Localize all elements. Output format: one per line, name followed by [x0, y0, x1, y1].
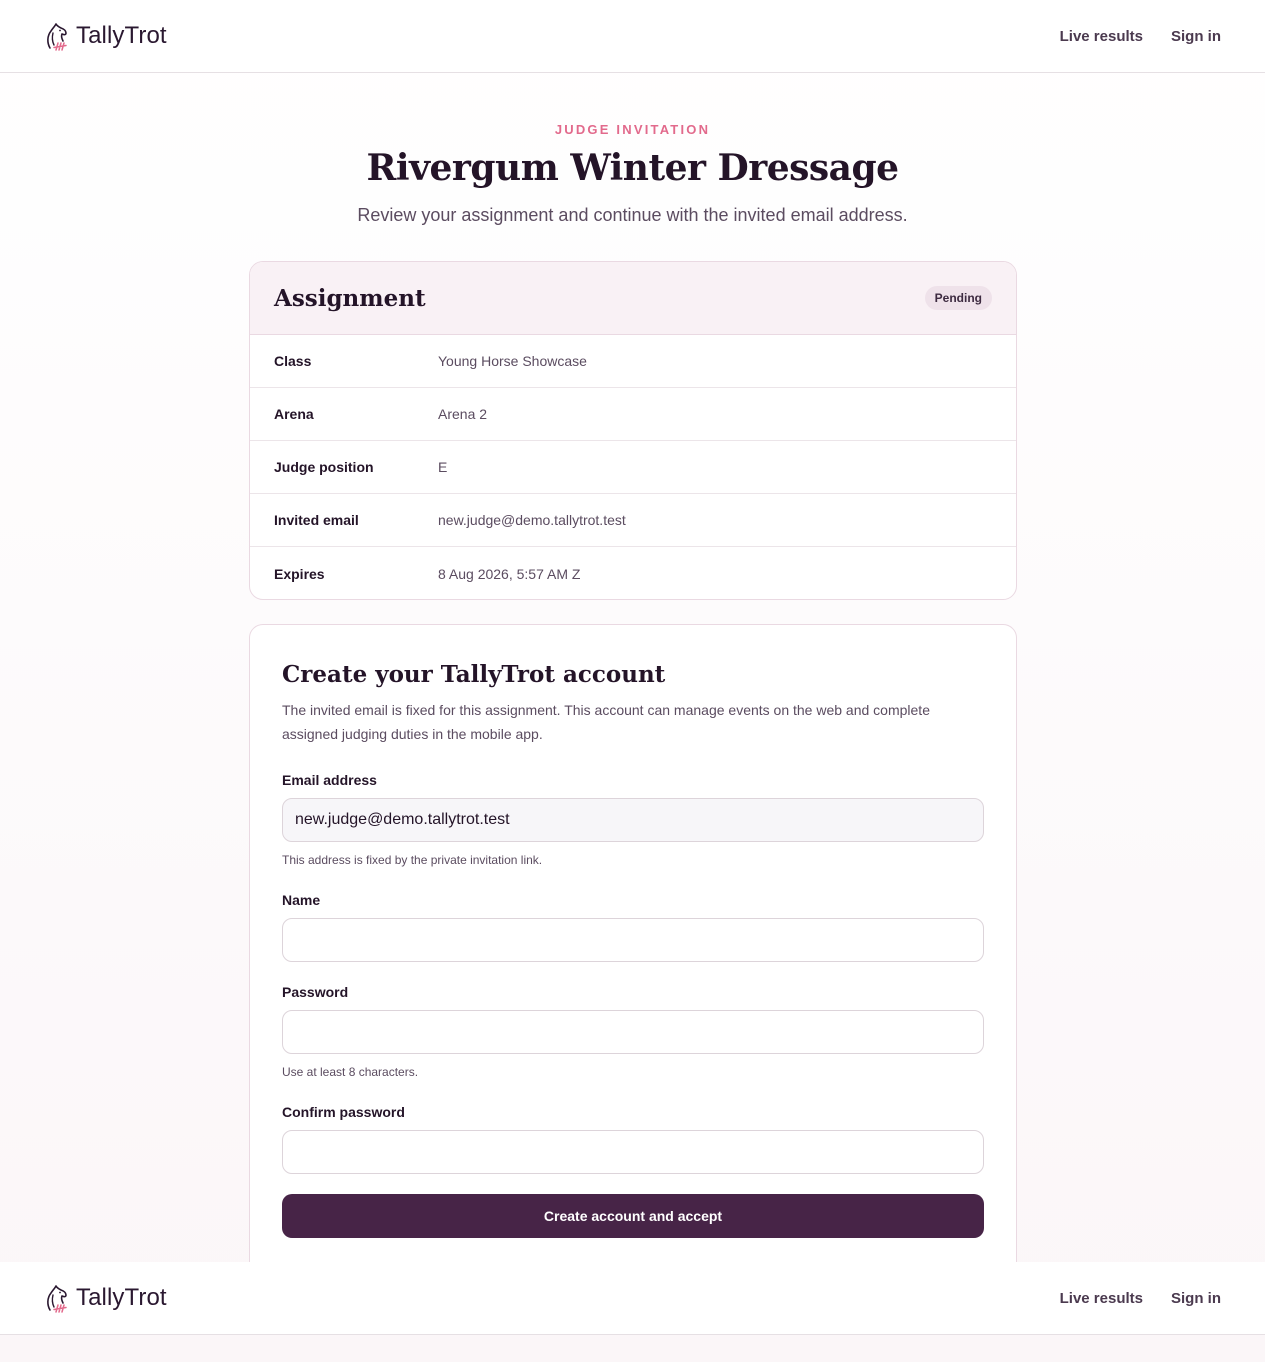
confirm-password-label: Confirm password	[282, 1104, 405, 1120]
password-help-text: Use at least 8 characters.	[282, 1065, 419, 1079]
top-navbar: TallyTrot Live results Sign in	[0, 0, 1265, 73]
detail-row-judge-position: Judge position E	[250, 441, 1016, 494]
brand-name: TallyTrot	[76, 1284, 167, 1311]
create-account-card: Create your TallyTrot account The invite…	[249, 624, 1017, 1284]
password-field[interactable]	[282, 1010, 984, 1054]
detail-value: E	[438, 459, 448, 475]
password-label: Password	[282, 984, 349, 1000]
status-badge: Pending	[924, 286, 992, 310]
eyebrow-label: JUDGE INVITATION	[554, 122, 711, 137]
form-intro: The invited email is fixed for this assi…	[282, 702, 930, 742]
nav-live-results[interactable]: Live results	[1060, 28, 1143, 45]
email-label: Email address	[282, 772, 377, 788]
name-field[interactable]	[282, 918, 984, 962]
create-account-button[interactable]: Create account and accept	[282, 1194, 984, 1238]
detail-label: Expires	[274, 565, 325, 582]
main-nav: Live results Sign in	[1060, 28, 1221, 45]
main-nav: Live results Sign in	[1060, 1290, 1221, 1307]
nav-sign-in[interactable]: Sign in	[1171, 28, 1221, 45]
top-navbar-sticky: TallyTrot Live results Sign in	[0, 1262, 1265, 1335]
assignment-heading: Assignment	[274, 284, 426, 312]
assignment-header: Assignment Pending	[250, 262, 1016, 335]
horse-logo-icon	[47, 23, 67, 51]
hero: JUDGE INVITATION Rivergum Winter Dressag…	[0, 122, 1265, 226]
detail-row-class: Class Young Horse Showcase	[250, 335, 1016, 388]
brand-link[interactable]: TallyTrot	[42, 21, 167, 51]
email-field[interactable]	[282, 798, 984, 842]
page-subtitle: Review your assignment and continue with…	[357, 205, 908, 225]
form-heading: Create your TallyTrot account	[282, 661, 666, 688]
assignment-card: Assignment Pending Class Young Horse Sho…	[249, 261, 1017, 600]
detail-row-arena: Arena Arena 2	[250, 388, 1016, 441]
name-label: Name	[282, 892, 321, 908]
confirm-password-field[interactable]	[282, 1130, 984, 1174]
horse-logo-icon	[47, 1285, 67, 1313]
detail-value: Young Horse Showcase	[438, 353, 587, 369]
nav-live-results[interactable]: Live results	[1060, 1290, 1143, 1307]
detail-label: Arena	[274, 406, 314, 422]
email-help-text: This address is fixed by the private inv…	[282, 853, 543, 867]
detail-label: Class	[274, 353, 312, 369]
detail-row-expires: Expires 8 Aug 2026, 5:57 AM Z	[250, 547, 1016, 599]
detail-value: Arena 2	[438, 406, 488, 422]
nav-sign-in[interactable]: Sign in	[1171, 1290, 1221, 1307]
detail-label: Judge position	[274, 459, 374, 475]
brand-link[interactable]: TallyTrot	[42, 1283, 167, 1313]
detail-row-invited-email: Invited email new.judge@demo.tallytrot.t…	[250, 494, 1016, 547]
detail-value: 8 Aug 2026, 5:57 AM Z	[438, 565, 581, 582]
detail-value: new.judge@demo.tallytrot.test	[438, 512, 626, 528]
detail-label: Invited email	[274, 512, 359, 528]
brand-name: TallyTrot	[76, 22, 167, 49]
page-title: Rivergum Winter Dressage	[366, 147, 899, 189]
